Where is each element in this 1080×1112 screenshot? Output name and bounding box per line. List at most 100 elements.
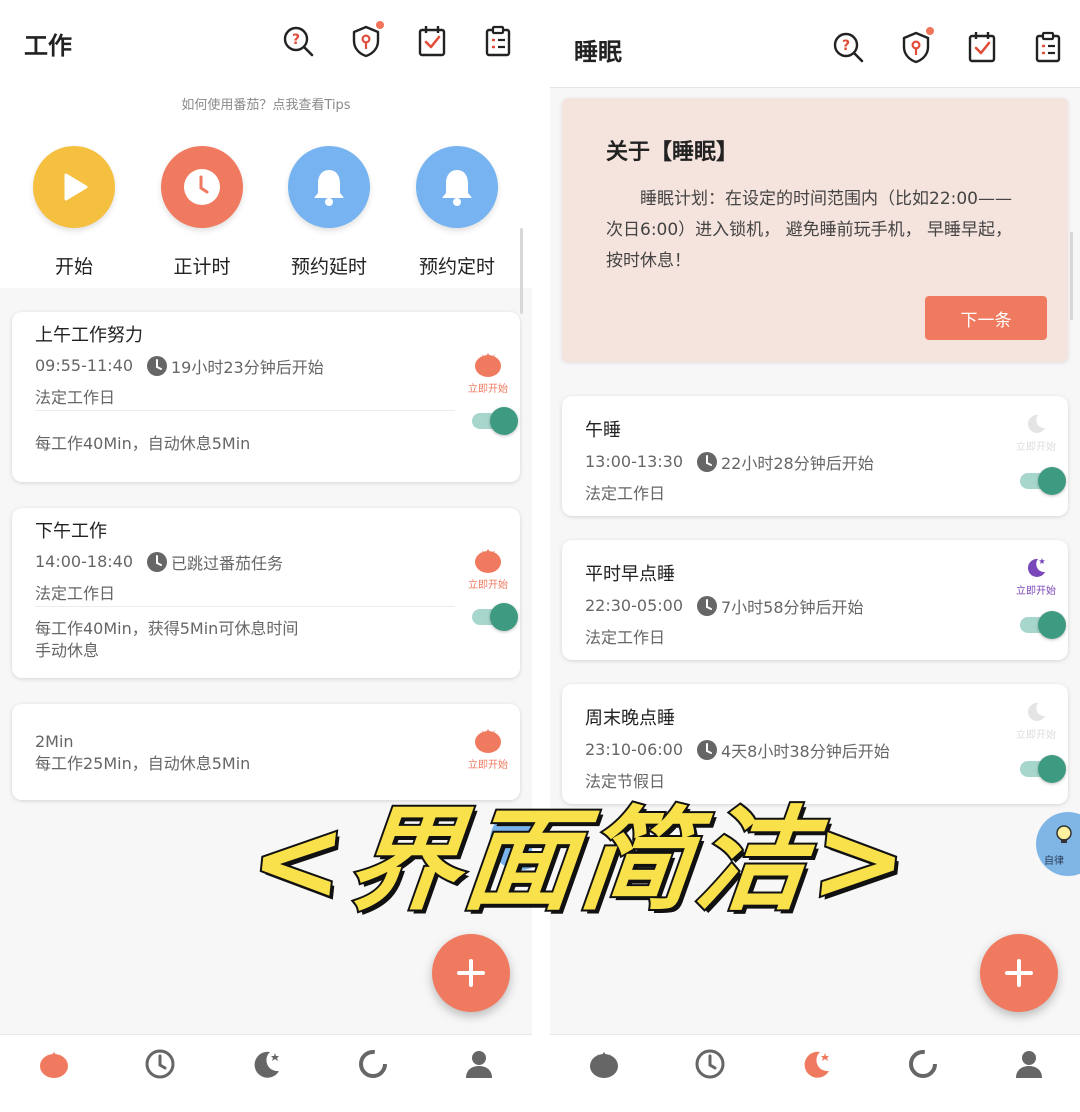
sleep-card[interactable]: 午睡 13:00-13:30 22小时28分钟后开始 法定工作日 立即开始 bbox=[562, 396, 1068, 516]
clipboard-icon[interactable] bbox=[482, 24, 514, 58]
add-task-button[interactable] bbox=[432, 934, 510, 1012]
svg-text:?: ? bbox=[842, 38, 850, 54]
task-description: 每工作25Min，自动休息5Min bbox=[35, 754, 251, 773]
tomato-icon bbox=[475, 729, 501, 753]
tomato-icon bbox=[475, 353, 501, 377]
sleep-status-text: 22小时28分钟后开始 bbox=[721, 454, 874, 473]
sleep-status-text: 4天8小时38分钟后开始 bbox=[721, 742, 890, 761]
sleep-day-type: 法定工作日 bbox=[585, 628, 666, 647]
start-now-label: 立即开始 bbox=[1016, 442, 1056, 453]
add-sleep-button[interactable] bbox=[980, 934, 1058, 1012]
notification-dot bbox=[376, 21, 384, 29]
task-card[interactable]: 上午工作努力 09:55-11:40 19小时23分钟后开始 法定工作日 每工作… bbox=[12, 312, 520, 482]
svg-text:?: ? bbox=[292, 32, 300, 48]
moon-icon[interactable] bbox=[800, 1047, 834, 1081]
task-card[interactable]: 下午工作 14:00-18:40 已跳过番茄任务 法定工作日 每工作40Min，… bbox=[12, 508, 520, 678]
work-header: 工作 ? bbox=[0, 0, 532, 88]
clock-icon bbox=[697, 452, 717, 472]
task-status-text: 已跳过番茄任务 bbox=[171, 554, 284, 573]
ring-icon[interactable] bbox=[356, 1047, 390, 1081]
ring-icon[interactable] bbox=[906, 1047, 940, 1081]
tomato-icon[interactable] bbox=[587, 1047, 621, 1081]
start-now-button[interactable]: 立即开始 bbox=[1006, 556, 1066, 598]
scrollbar[interactable] bbox=[1070, 232, 1073, 320]
moon-icon[interactable] bbox=[250, 1047, 284, 1081]
sleep-card[interactable]: 平时早点睡 22:30-05:00 7小时58分钟后开始 法定工作日 立即开始 bbox=[562, 540, 1068, 660]
scrollbar[interactable] bbox=[520, 228, 523, 314]
task-status: 已跳过番茄任务 bbox=[146, 550, 283, 574]
task-name: 下午工作 bbox=[35, 521, 107, 542]
overlay-caption: <界面简洁> bbox=[242, 794, 919, 928]
sleep-time: 13:00-13:30 bbox=[585, 452, 683, 471]
task-name: 上午工作努力 bbox=[35, 325, 143, 346]
shield-key-icon[interactable] bbox=[350, 21, 384, 58]
start-now-button[interactable]: 立即开始 bbox=[1006, 412, 1066, 454]
schedule-delay-label: 预约延时 bbox=[290, 256, 367, 278]
start-now-button[interactable]: 立即开始 bbox=[458, 546, 518, 592]
help-search-icon[interactable]: ? bbox=[832, 30, 864, 64]
schedule-timer-button[interactable]: 预约定时 bbox=[397, 146, 517, 279]
sleep-time: 23:10-06:00 bbox=[585, 740, 683, 759]
about-title: 关于【睡眠】 bbox=[606, 140, 739, 165]
count-up-button[interactable]: 正计时 bbox=[142, 146, 262, 279]
enable-toggle[interactable] bbox=[470, 406, 518, 436]
start-now-button[interactable]: 立即开始 bbox=[1006, 700, 1066, 742]
page-title: 睡眠 bbox=[574, 38, 622, 66]
about-panel: 关于【睡眠】 睡眠计划：在设定的时间范围内（比如22:00——次日6:00）进入… bbox=[562, 98, 1068, 362]
next-tip-button[interactable]: 下一条 bbox=[925, 296, 1047, 340]
notification-dot bbox=[926, 27, 934, 35]
tomato-icon[interactable] bbox=[37, 1047, 71, 1081]
bottom-nav bbox=[550, 1034, 1080, 1112]
moon-icon bbox=[1027, 414, 1045, 433]
play-icon bbox=[33, 146, 115, 228]
lightbulb-icon bbox=[1056, 825, 1072, 843]
tips-link[interactable]: 如何使用番茄？点我查看Tips bbox=[0, 94, 532, 113]
screen-gap bbox=[532, 0, 550, 1112]
start-button[interactable]: 开始 bbox=[14, 146, 134, 279]
task-rest-mode: 手动休息 bbox=[35, 641, 100, 660]
sleep-name: 周末晚点睡 bbox=[585, 708, 675, 729]
schedule-delay-button[interactable]: 预约延时 bbox=[269, 146, 389, 279]
divider bbox=[35, 410, 455, 411]
task-description: 每工作40Min，自动休息5Min bbox=[35, 434, 251, 453]
shield-key-icon[interactable] bbox=[900, 27, 934, 64]
clock-icon[interactable] bbox=[143, 1047, 177, 1081]
person-icon[interactable] bbox=[1012, 1047, 1046, 1081]
start-now-label: 立即开始 bbox=[1016, 730, 1056, 741]
start-now-button[interactable]: 立即开始 bbox=[458, 726, 518, 772]
start-now-button[interactable]: 立即开始 bbox=[458, 350, 518, 396]
enable-toggle[interactable] bbox=[1018, 754, 1066, 784]
sleep-status: 7小时58分钟后开始 bbox=[696, 594, 864, 618]
enable-toggle[interactable] bbox=[470, 602, 518, 632]
sleep-name: 平时早点睡 bbox=[585, 564, 675, 585]
person-icon[interactable] bbox=[462, 1047, 496, 1081]
clock-icon bbox=[697, 596, 717, 616]
clock-icon[interactable] bbox=[693, 1047, 727, 1081]
sleep-status: 22小时28分钟后开始 bbox=[696, 450, 874, 474]
tomato-icon bbox=[475, 549, 501, 573]
sleep-time: 22:30-05:00 bbox=[585, 596, 683, 615]
sleep-name: 午睡 bbox=[585, 420, 621, 441]
start-now-label: 立即开始 bbox=[1016, 586, 1056, 597]
plus-icon bbox=[457, 959, 485, 987]
enable-toggle[interactable] bbox=[1018, 610, 1066, 640]
task-day-type: 法定工作日 bbox=[35, 388, 116, 407]
sleep-status: 4天8小时38分钟后开始 bbox=[696, 738, 890, 762]
moon-icon bbox=[1027, 558, 1045, 577]
task-day-type: 法定工作日 bbox=[35, 584, 116, 603]
bell-icon bbox=[288, 146, 370, 228]
calendar-check-icon[interactable] bbox=[966, 30, 998, 64]
enable-toggle[interactable] bbox=[1018, 466, 1066, 496]
task-status: 19小时23分钟后开始 bbox=[146, 354, 324, 378]
start-now-label: 立即开始 bbox=[468, 384, 508, 395]
task-time: 14:00-18:40 bbox=[35, 552, 133, 571]
start-now-label: 立即开始 bbox=[468, 580, 508, 591]
clock-icon bbox=[697, 740, 717, 760]
sleep-status-text: 7小时58分钟后开始 bbox=[721, 598, 864, 617]
calendar-check-icon[interactable] bbox=[416, 24, 448, 58]
count-up-label: 正计时 bbox=[173, 256, 231, 278]
clipboard-icon[interactable] bbox=[1032, 30, 1064, 64]
help-search-icon[interactable]: ? bbox=[282, 24, 314, 58]
plus-icon bbox=[1005, 959, 1033, 987]
task-time: 09:55-11:40 bbox=[35, 356, 133, 375]
